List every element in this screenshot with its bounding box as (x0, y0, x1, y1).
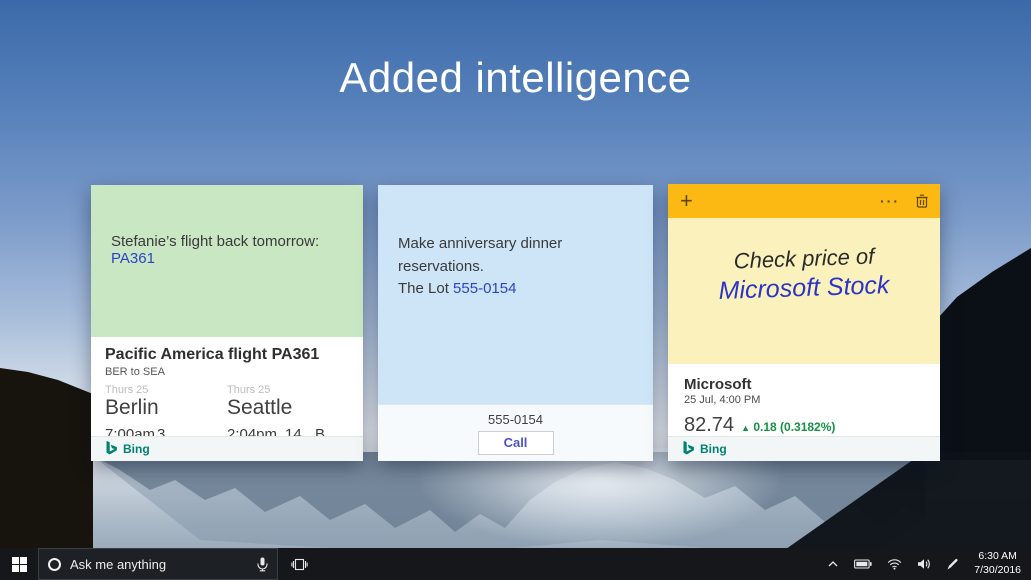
arrival-date: Thurs 25 (227, 384, 349, 396)
battery-icon (854, 559, 872, 569)
taskbar-clock[interactable]: 6:30 AM 7/30/2016 (974, 550, 1021, 577)
speaker-icon (917, 558, 931, 570)
network-status[interactable] (887, 558, 902, 570)
departure-city: Berlin (105, 396, 227, 420)
system-tray: 6:30 AM 7/30/2016 (827, 548, 1031, 580)
cortana-icon (48, 558, 61, 571)
footer-phone-number: 555-0154 (378, 412, 653, 427)
sticky-note-flight[interactable]: Stefanie’s flight back tomorrow: PA361 P… (91, 185, 363, 461)
task-view-button[interactable] (278, 548, 320, 580)
pen-icon (946, 558, 959, 571)
departure-date: Thurs 25 (105, 384, 227, 396)
battery-status[interactable] (854, 559, 872, 569)
flight-route: BER to SEA (105, 366, 349, 378)
stock-change: ▲ 0.18 (0.3182%) (741, 420, 835, 434)
bing-provider-label: Bing (123, 442, 150, 456)
flight-card-title: Pacific America flight PA361 (105, 346, 349, 364)
stock-company: Microsoft (684, 376, 924, 393)
bing-icon (681, 441, 694, 457)
up-arrow-icon: ▲ (741, 423, 750, 433)
arrival-city: Seattle (227, 396, 349, 420)
clock-date: 7/30/2016 (974, 564, 1021, 578)
flight-note-footer: Bing (91, 436, 363, 461)
taskbar: 6:30 AM 7/30/2016 (0, 548, 1031, 580)
page-title: Added intelligence (0, 54, 1031, 102)
windows-ink-workspace[interactable] (946, 558, 959, 571)
sticky-note-dinner[interactable]: Make anniversary dinner reservations. Th… (378, 185, 653, 461)
microphone-icon[interactable] (257, 557, 268, 572)
dinner-line2-text: The Lot (398, 280, 453, 297)
chevron-up-icon (827, 560, 839, 568)
bing-provider-label: Bing (700, 442, 727, 456)
handwritten-ink: Check price of Microsoft Stock (668, 218, 940, 364)
flight-note-text: Stefanie’s flight back tomorrow: PA361 (91, 185, 363, 337)
cortana-search-box[interactable] (38, 548, 278, 580)
sticky-note-toolbar: + ··· (668, 184, 940, 218)
desktop: Added intelligence Stefanie’s flight bac… (0, 0, 1031, 580)
flight-number-link[interactable]: PA361 (111, 250, 155, 267)
dinner-line2: The Lot 555-0154 (398, 278, 633, 301)
trash-icon[interactable] (916, 194, 928, 208)
dinner-note-text: Make anniversary dinner reservations. Th… (378, 185, 653, 301)
call-button[interactable]: Call (478, 431, 554, 455)
volume-control[interactable] (917, 558, 931, 570)
start-button[interactable] (0, 548, 38, 580)
clock-time: 6:30 AM (974, 550, 1021, 564)
stock-price: 82.74 (684, 414, 734, 437)
dinner-phone-link[interactable]: 555-0154 (453, 280, 516, 297)
wallpaper-mist (420, 448, 780, 548)
dinner-line1: Make anniversary dinner reservations. (398, 233, 633, 278)
add-note-button[interactable]: + (680, 190, 693, 212)
note-menu-button[interactable]: ··· (880, 194, 900, 208)
search-input[interactable] (70, 557, 248, 572)
task-view-icon (291, 558, 308, 571)
stock-note-footer: Bing (668, 436, 940, 461)
stock-quote-time: 25 Jul, 4:00 PM (684, 394, 924, 406)
flight-summary-text: Stefanie’s flight back tomorrow: (111, 233, 319, 250)
windows-logo-icon (12, 557, 27, 572)
stock-change-value: 0.18 (0.3182%) (753, 420, 835, 434)
bing-icon (104, 441, 117, 457)
wifi-icon (887, 558, 902, 570)
sticky-note-stock[interactable]: + ··· Check price of Microsoft Stock Mic… (668, 184, 940, 461)
dinner-note-footer: 555-0154 Call (378, 404, 653, 461)
hidden-icons-chevron[interactable] (827, 560, 839, 568)
